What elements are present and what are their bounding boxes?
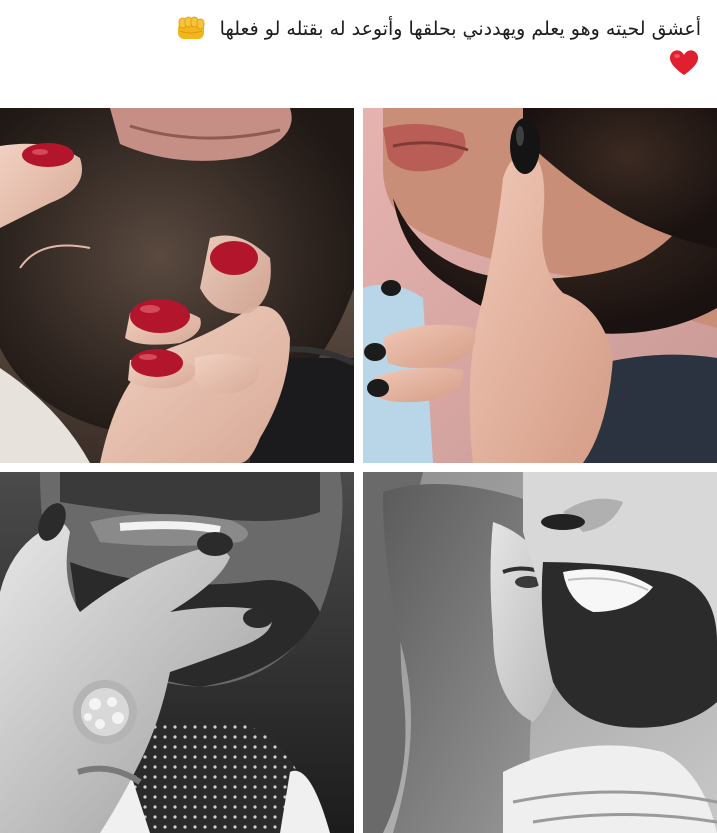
photo-red-nails-beard[interactable] (0, 108, 354, 463)
red-heart-icon (667, 47, 701, 77)
post-caption-row: أعشق لحيته وهو يعلم ويهددني بحلقها وأتوع… (16, 12, 701, 96)
photo-dark-nails-beard[interactable] (363, 108, 717, 463)
photo-grid (0, 108, 717, 833)
photo-bw-hand-ring-lips[interactable] (0, 472, 354, 833)
post-caption: أعشق لحيته وهو يعلم ويهددني بحلقها وأتوع… (219, 18, 701, 40)
photo-bw-couple-smiling[interactable] (363, 472, 717, 833)
fist-emoji-icon (176, 15, 208, 41)
